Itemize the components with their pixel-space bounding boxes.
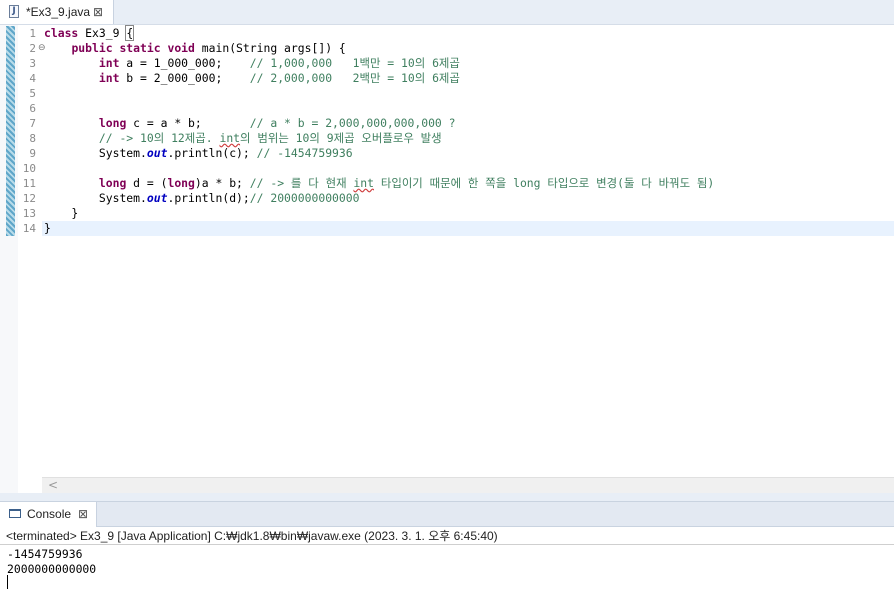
panel-divider bbox=[0, 493, 894, 501]
console-tab-label: Console bbox=[27, 507, 72, 521]
editor-tab-ex3-9[interactable]: J *Ex3_9.java ⊠ bbox=[0, 0, 114, 24]
line-number: 13 bbox=[22, 207, 36, 220]
keyword: long bbox=[98, 176, 127, 190]
keyword: int bbox=[98, 56, 120, 70]
line-number: 4 bbox=[29, 72, 36, 85]
output-line: 2000000000000 bbox=[7, 562, 97, 576]
code-line-7: long c = a * b; // a * b = 2,000,000,000… bbox=[44, 116, 456, 131]
java-file-icon: J bbox=[9, 5, 19, 18]
editor-tab-label: *Ex3_9.java bbox=[26, 5, 91, 19]
line-number: 1 bbox=[29, 27, 36, 40]
line-number: 6 bbox=[29, 102, 36, 115]
line-number: 12 bbox=[22, 192, 36, 205]
horizontal-scrollbar[interactable]: < bbox=[42, 477, 894, 493]
line-number: 2 bbox=[29, 42, 36, 55]
quick-diff-change-marker bbox=[6, 26, 15, 236]
line-number: 11 bbox=[22, 177, 36, 190]
console-output[interactable]: -1454759936 2000000000000 bbox=[0, 545, 894, 601]
spellcheck-underline[interactable]: int bbox=[353, 176, 374, 190]
line-number: 9 bbox=[29, 147, 36, 160]
line-number: 8 bbox=[29, 132, 36, 145]
code-text: b = 2_000_000; bbox=[119, 71, 250, 85]
code-text: c = a * b; bbox=[126, 116, 250, 130]
code-line-4: int b = 2_000_000; // 2,000,000 2백만 = 10… bbox=[44, 71, 460, 86]
code-line-12: System.out.println(d);// 2000000000000 bbox=[44, 191, 360, 206]
keyword: public bbox=[71, 41, 113, 55]
comment: // -1454759936 bbox=[256, 146, 353, 160]
code-line-9: System.out.println(c); // -1454759936 bbox=[44, 146, 353, 161]
editor-tab-bar: J *Ex3_9.java ⊠ bbox=[0, 0, 894, 25]
matching-bracket: { bbox=[125, 25, 135, 41]
line-number: 5 bbox=[29, 87, 36, 100]
keyword: static bbox=[119, 41, 161, 55]
line-number: 14 bbox=[22, 222, 36, 235]
line-number: 10 bbox=[22, 162, 36, 175]
comment: // -> 10의 12제곱. bbox=[98, 131, 220, 145]
code-line-11: long d = (long)a * b; // -> 를 다 현재 int 타… bbox=[44, 176, 714, 191]
static-field: out bbox=[146, 146, 168, 160]
comment: // 1,000,000 1백만 = 10의 6제곱 bbox=[249, 56, 460, 70]
comment: // 2,000,000 2백만 = 10의 6제곱 bbox=[249, 71, 460, 85]
code-line-3: int a = 1_000_000; // 1,000,000 1백만 = 10… bbox=[44, 56, 460, 71]
console-status-bar: <terminated> Ex3_9 [Java Application] C:… bbox=[0, 527, 894, 545]
code-text: )a * b; bbox=[194, 176, 250, 190]
code-text: d = ( bbox=[126, 176, 168, 190]
spellcheck-underline[interactable]: int bbox=[219, 131, 240, 145]
code-text: System. bbox=[98, 146, 147, 160]
close-icon[interactable]: ⊠ bbox=[78, 502, 88, 527]
comment: 타입이기 때문에 한 쪽을 long 타입으로 변경(둘 다 바꿔도 됨) bbox=[374, 176, 715, 190]
comment: 의 범위는 10의 9제곱 오버플로우 발생 bbox=[240, 131, 442, 145]
annotation-ruler bbox=[0, 25, 18, 493]
console-tab-bar: Console ⊠ bbox=[0, 501, 894, 527]
comment: // 2000000000000 bbox=[249, 191, 360, 205]
code-line-2: public static void main(String args[]) { bbox=[44, 41, 346, 56]
code-line-13: } bbox=[44, 206, 79, 220]
console-icon bbox=[9, 509, 21, 518]
keyword: long bbox=[167, 176, 195, 190]
code-text: main(String args[]) { bbox=[194, 41, 346, 55]
keyword: long bbox=[98, 116, 127, 130]
code-text: Ex3_9 bbox=[78, 26, 127, 40]
text-caret bbox=[7, 575, 8, 589]
keyword: void bbox=[167, 41, 195, 55]
code-line-8: // -> 10의 12제곱. int의 범위는 10의 9제곱 오버플로우 발… bbox=[44, 131, 442, 146]
line-number: 3 bbox=[29, 57, 36, 70]
comment: // a * b = 2,000,000,000,000 ? bbox=[249, 116, 456, 130]
code-editor[interactable]: 1 2 ⊖ 3 4 5 6 7 8 9 10 11 12 13 14 class… bbox=[0, 25, 894, 493]
keyword: int bbox=[98, 71, 120, 85]
code-text: System. bbox=[98, 191, 147, 205]
scroll-left-icon[interactable]: < bbox=[48, 478, 58, 493]
line-number: 7 bbox=[29, 117, 36, 130]
static-field: out bbox=[146, 191, 168, 205]
comment: // -> 를 다 현재 bbox=[249, 176, 354, 190]
current-line-highlight bbox=[42, 221, 894, 236]
code-line-14: } bbox=[44, 221, 51, 235]
output-line: -1454759936 bbox=[7, 547, 83, 561]
code-text: a = 1_000_000; bbox=[119, 56, 250, 70]
termination-status: <terminated> Ex3_9 [Java Application] C:… bbox=[6, 529, 498, 543]
code-line-1: class Ex3_9 { bbox=[44, 25, 135, 41]
console-tab[interactable]: Console ⊠ bbox=[0, 502, 97, 527]
code-text: .println(c); bbox=[167, 146, 257, 160]
code-text: .println(d); bbox=[167, 191, 250, 205]
close-icon[interactable]: ⊠ bbox=[93, 0, 103, 24]
keyword: class bbox=[44, 26, 79, 40]
line-number-ruler: 1 2 ⊖ 3 4 5 6 7 8 9 10 11 12 13 14 bbox=[18, 25, 46, 493]
